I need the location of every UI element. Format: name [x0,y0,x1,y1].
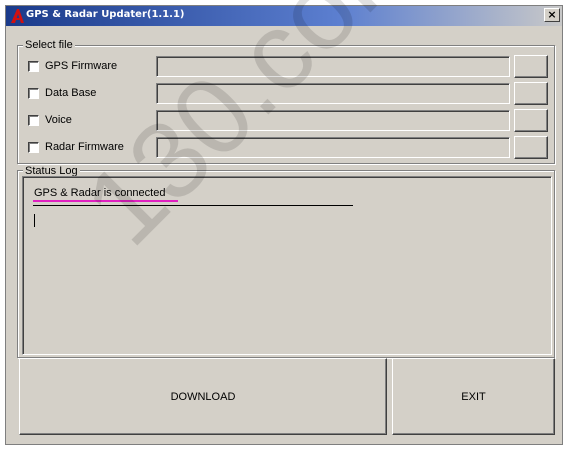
file-row-voice: Voice [18,109,554,132]
text-cursor [34,214,35,227]
download-button[interactable]: DOWNLOAD [19,358,387,435]
exit-button[interactable]: EXIT [392,358,555,435]
voice-path-field[interactable] [156,110,510,131]
status-separator-line [33,205,353,206]
voice-checkbox[interactable] [28,115,39,126]
gps-firmware-path-field[interactable] [156,56,510,77]
select-file-group: Select file GPS Firmware Data Base Voice… [17,39,555,164]
status-log-area[interactable]: GPS & Radar is connected [22,176,552,355]
status-log-group: Status Log GPS & Radar is connected [17,165,555,358]
close-button[interactable]: × [544,8,560,22]
radar-firmware-browse-button[interactable] [514,136,548,159]
radar-firmware-label: Radar Firmware [45,141,124,153]
radar-firmware-path-field[interactable] [156,137,510,158]
radar-firmware-checkbox[interactable] [28,142,39,153]
file-row-data-base: Data Base [18,82,554,105]
data-base-label: Data Base [45,87,97,99]
gps-firmware-browse-button[interactable] [514,55,548,78]
voice-label: Voice [45,114,72,126]
gps-firmware-checkbox[interactable] [28,61,39,72]
title-bar[interactable]: GPS & Radar Updater(1.1.1) × [6,6,562,26]
voice-browse-button[interactable] [514,109,548,132]
select-file-label: Select file [23,39,75,51]
window-title: GPS & Radar Updater(1.1.1) [26,9,185,20]
data-base-checkbox[interactable] [28,88,39,99]
data-base-browse-button[interactable] [514,82,548,105]
updater-window: GPS & Radar Updater(1.1.1) × Select file… [5,5,563,445]
gps-firmware-label: GPS Firmware [45,60,118,72]
file-row-radar-firmware: Radar Firmware [18,136,554,159]
status-message: GPS & Radar is connected [34,187,166,199]
file-row-gps-firmware: GPS Firmware [18,55,554,78]
app-logo-icon [11,9,24,23]
status-message-highlight [33,200,178,202]
data-base-path-field[interactable] [156,83,510,104]
